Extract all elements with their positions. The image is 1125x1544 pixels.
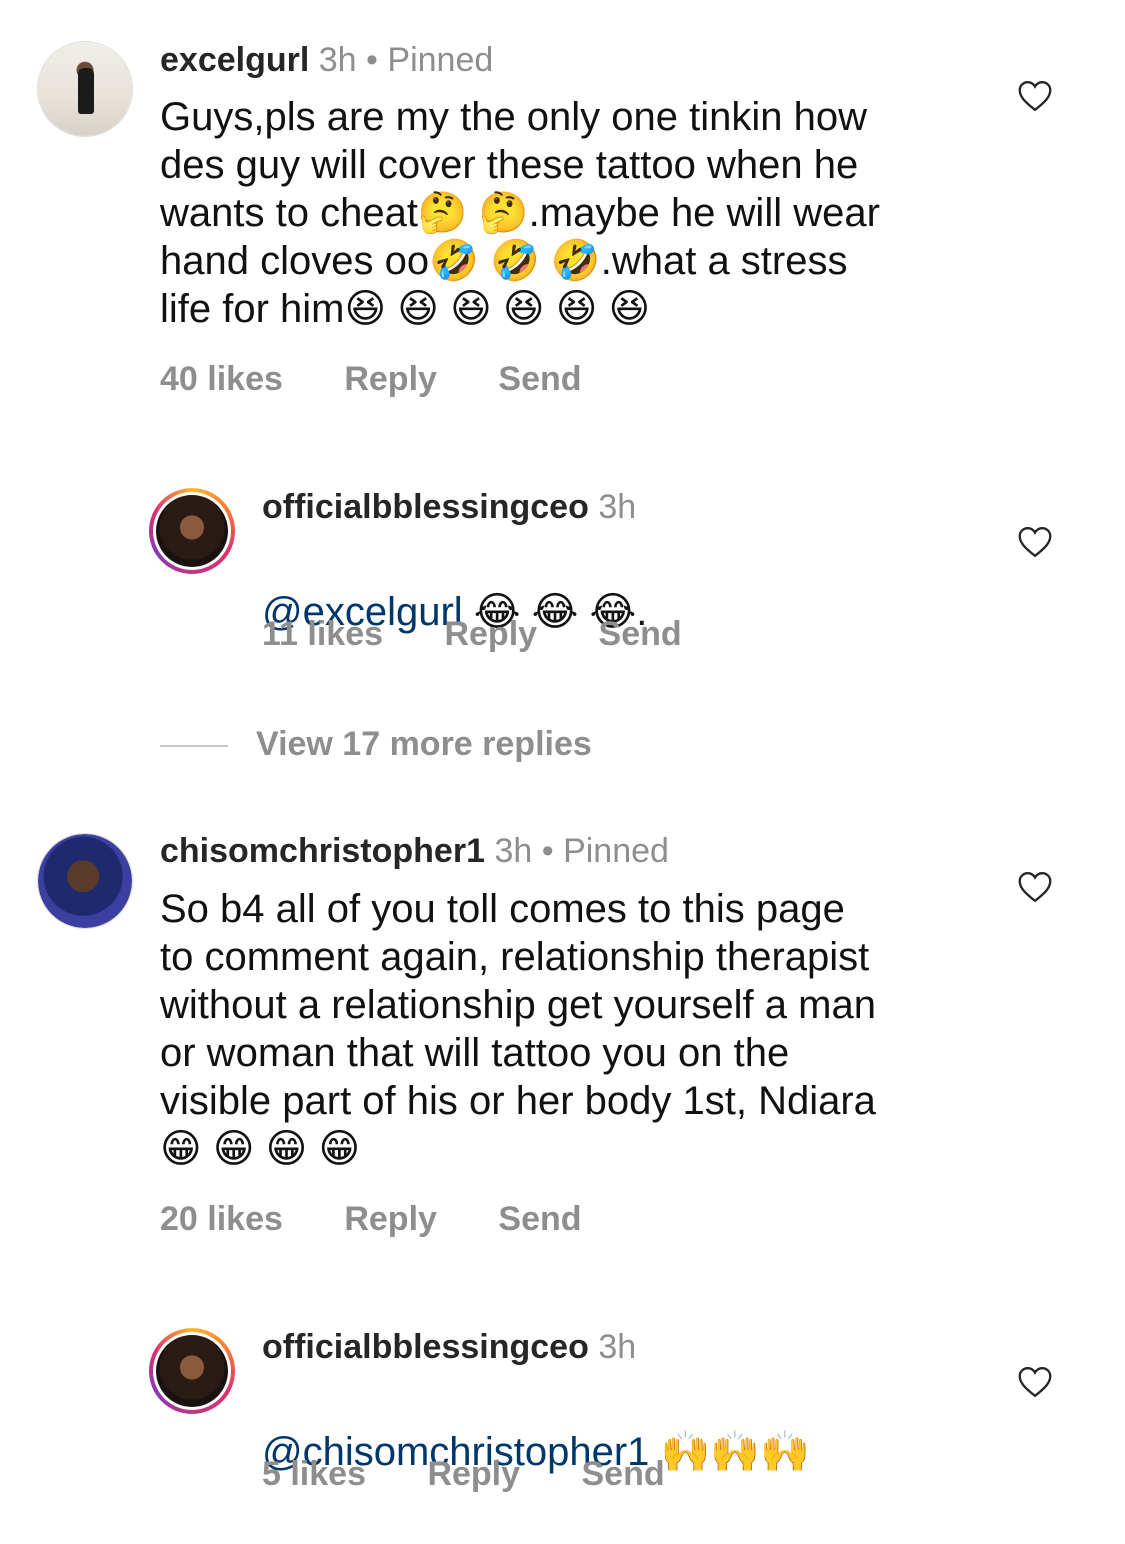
send-button[interactable]: Send [599,615,682,653]
comment-meta: chisomchristopher1 3h • Pinned [160,831,669,871]
view-more-label: View 17 more replies [256,725,592,763]
avatar-image [156,1335,228,1407]
comment-actions: 11 likes Reply Send [262,614,734,654]
heart-outline-icon[interactable] [1017,80,1053,112]
reply-button[interactable]: Reply [344,360,437,398]
comment-meta: officialbblessingceo 3h [262,487,636,527]
comment-actions: 5 likes Reply Send [262,1454,717,1494]
comment-meta: officialbblessingceo 3h [262,1327,636,1367]
comment-actions: 20 likes Reply Send [160,1199,634,1239]
timestamp: 3h [494,832,533,870]
avatar-image [38,834,132,928]
reply-button[interactable]: Reply [444,615,537,653]
comments-thread: excelgurl 3h • Pinned Guys,pls are my th… [0,0,1125,1544]
username[interactable]: officialbblessingceo [262,1328,589,1366]
separator-dot: • [541,832,554,870]
heart-outline-icon[interactable] [1017,1366,1053,1398]
separator-dot: • [366,41,378,79]
pinned-label: Pinned [387,41,494,79]
avatar[interactable] [149,488,235,574]
likes-count[interactable]: 40 likes [160,360,283,398]
comment-text: So b4 all of you toll comes to this page… [160,887,876,1171]
send-button[interactable]: Send [498,1200,581,1238]
comment-meta: excelgurl 3h • Pinned [160,40,493,80]
likes-count[interactable]: 20 likes [160,1200,283,1238]
heart-outline-icon[interactable] [1017,526,1053,558]
heart-outline-icon[interactable] [1017,871,1053,903]
username[interactable]: chisomchristopher1 [160,832,485,870]
username[interactable]: officialbblessingceo [262,488,589,526]
likes-count[interactable]: 5 likes [262,1455,366,1493]
username[interactable]: excelgurl [160,41,309,79]
avatar[interactable] [37,833,133,929]
timestamp: 3h [598,488,637,526]
reply-button[interactable]: Reply [427,1455,520,1493]
pinned-label: Pinned [563,832,669,870]
send-button[interactable]: Send [581,1455,664,1493]
likes-count[interactable]: 11 likes [262,615,383,653]
reply-button[interactable]: Reply [344,1200,437,1238]
divider-line [160,745,228,748]
avatar-image [38,42,132,136]
send-button[interactable]: Send [498,360,581,398]
view-more-replies-button[interactable]: View 17 more replies [160,724,592,764]
comment-text: Guys,pls are my the only one tinkin how … [160,95,880,331]
comment-actions: 40 likes Reply Send [160,359,634,399]
timestamp: 3h [318,41,357,79]
avatar-image [156,495,228,567]
avatar[interactable] [37,41,133,137]
timestamp: 3h [598,1328,637,1366]
avatar[interactable] [149,1328,235,1414]
